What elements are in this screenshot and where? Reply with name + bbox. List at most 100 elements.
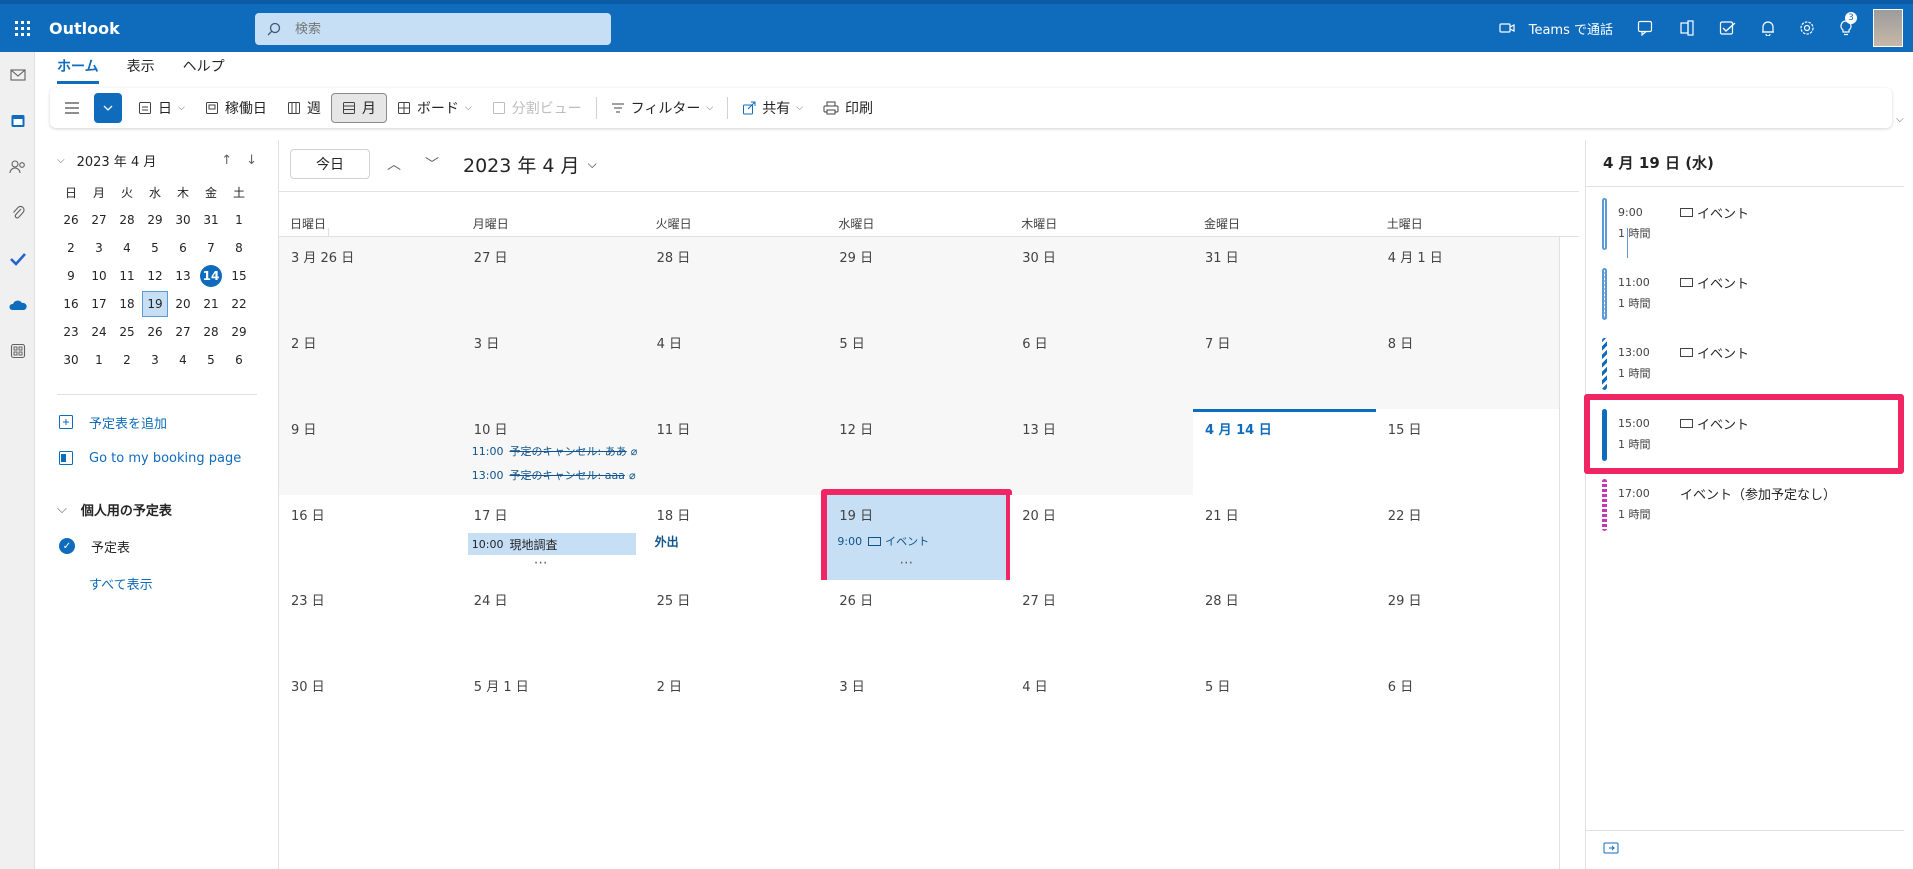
mini-day[interactable]: 29: [225, 318, 253, 346]
day-cell[interactable]: 24 日: [461, 580, 645, 666]
mini-day[interactable]: 9: [57, 262, 85, 290]
today-button[interactable]: 今日: [290, 149, 370, 179]
day-cell[interactable]: 5 月 1 日: [461, 666, 645, 869]
search-box[interactable]: [255, 13, 611, 45]
scrollbar[interactable]: [1559, 237, 1579, 869]
calendar-event[interactable]: 13:00 予定のキャンセル: aaa ⌀: [472, 467, 636, 483]
day-cell[interactable]: 16 日: [279, 495, 462, 580]
day-cell[interactable]: 27 日: [461, 237, 645, 323]
search-input[interactable]: [295, 21, 595, 37]
expand-pane-icon[interactable]: [1603, 842, 1619, 858]
calendar-event[interactable]: 外出: [655, 533, 679, 550]
mini-day[interactable]: 16: [57, 290, 85, 318]
day-cell[interactable]: 10 日 11:00 予定のキャンセル: ああ ⌀ 13:00 予定のキャンセル: aa…: [461, 409, 645, 495]
day-cell[interactable]: 4 月 1 日: [1375, 237, 1559, 323]
day-cell[interactable]: 22 日: [1375, 495, 1559, 580]
day-cell[interactable]: 29 日: [1375, 580, 1559, 666]
onedrive-icon[interactable]: [0, 282, 35, 328]
chat-icon[interactable]: [1625, 4, 1667, 52]
gear-icon[interactable]: [1787, 4, 1827, 52]
day-cell[interactable]: 25 日: [644, 580, 828, 666]
day-cell[interactable]: 30 日: [1010, 237, 1193, 323]
bell-icon[interactable]: [1749, 4, 1787, 52]
week-view-button[interactable]: 週: [277, 93, 331, 123]
day-cell[interactable]: 28 日: [1193, 580, 1376, 666]
mini-day[interactable]: 30: [169, 206, 197, 234]
mini-day[interactable]: 18: [113, 290, 141, 318]
mini-day[interactable]: 25: [113, 318, 141, 346]
day-cell[interactable]: 4 日: [644, 323, 828, 409]
day-cell[interactable]: 12 日: [827, 409, 1011, 495]
avatar[interactable]: [1873, 9, 1903, 47]
filter-button[interactable]: フィルター ⌵: [601, 93, 724, 123]
mini-day[interactable]: 2: [113, 346, 141, 374]
month-title[interactable]: 2023 年 4 月 ⌵: [463, 151, 597, 178]
calendar-icon[interactable]: [0, 98, 35, 144]
mini-day[interactable]: 10: [85, 262, 113, 290]
people-icon[interactable]: [0, 144, 35, 190]
day-cell[interactable]: 4 日: [1010, 666, 1193, 869]
mini-day[interactable]: 5: [141, 234, 169, 262]
chevron-down-icon[interactable]: ﹀: [425, 154, 439, 174]
day-cell[interactable]: 3 月 26 日: [279, 237, 462, 323]
mini-day[interactable]: 6: [225, 346, 253, 374]
chevron-down-icon[interactable]: [94, 93, 122, 123]
mini-day[interactable]: 7: [197, 234, 225, 262]
day-cell[interactable]: 19 日 9:00 イベント ⋯: [821, 489, 1013, 586]
mini-day[interactable]: 27: [169, 318, 197, 346]
mini-day[interactable]: 30: [57, 346, 85, 374]
mini-day[interactable]: 28: [113, 206, 141, 234]
day-cell[interactable]: 2 日: [279, 323, 462, 409]
day-cell[interactable]: 28 日: [644, 237, 828, 323]
mini-day[interactable]: 8: [225, 234, 253, 262]
chevron-down-icon[interactable]: ⌵: [57, 155, 65, 166]
agenda-item[interactable]: 17:00 1 時間 イベント（参加予定なし）: [1602, 477, 1892, 531]
day-cell[interactable]: 11 日: [644, 409, 828, 495]
day-cell[interactable]: 8 日: [1375, 323, 1559, 409]
ribbon-collapse-icon[interactable]: ⌵: [1896, 114, 1904, 125]
board-view-button[interactable]: ボード ⌵: [387, 93, 482, 123]
agenda-item[interactable]: 11:00 1 時間 イベント: [1602, 266, 1892, 320]
mini-calendar-title[interactable]: 2023 年 4 月: [77, 151, 157, 170]
day-cell[interactable]: 29 日: [827, 237, 1011, 323]
day-cell[interactable]: 3 日: [461, 323, 645, 409]
mini-day[interactable]: 17: [85, 290, 113, 318]
show-all-link[interactable]: すべて表示: [89, 574, 153, 593]
day-cell[interactable]: 6 日: [1010, 323, 1193, 409]
day-cell[interactable]: 15 日: [1375, 409, 1559, 495]
mini-day[interactable]: 24: [85, 318, 113, 346]
mini-day[interactable]: 23: [57, 318, 85, 346]
mini-day[interactable]: 26: [141, 318, 169, 346]
day-cell[interactable]: 31 日: [1193, 237, 1376, 323]
tab-help[interactable]: ヘルプ: [183, 56, 225, 84]
mini-day[interactable]: 20: [169, 290, 197, 318]
day-cell[interactable]: 20 日: [1010, 495, 1193, 580]
calendar-event[interactable]: 10:00 現地調査: [467, 533, 636, 555]
tips-icon[interactable]: 3: [1827, 4, 1865, 52]
tab-home[interactable]: ホーム: [57, 56, 99, 84]
day-cell[interactable]: 17 日 10:00 現地調査 ⋯: [461, 495, 645, 580]
mini-day[interactable]: 5: [197, 346, 225, 374]
day-cell[interactable]: 5 日: [827, 323, 1011, 409]
add-calendar-link[interactable]: 予定表を追加: [57, 410, 167, 434]
day-cell[interactable]: 30 日: [279, 666, 462, 869]
mini-day[interactable]: 26: [57, 206, 85, 234]
calendar-item[interactable]: ✓ 予定表: [57, 534, 130, 558]
day-cell[interactable]: 9 日: [279, 409, 462, 495]
more-events-icon[interactable]: ⋯: [534, 555, 550, 571]
mini-day[interactable]: 22: [225, 290, 253, 318]
mini-day[interactable]: 31: [197, 206, 225, 234]
mini-day[interactable]: 21: [197, 290, 225, 318]
mini-day[interactable]: 11: [113, 262, 141, 290]
attachment-icon[interactable]: [0, 190, 35, 236]
mini-day[interactable]: 1: [225, 206, 253, 234]
todo-icon[interactable]: [0, 236, 35, 282]
mini-day[interactable]: 29: [141, 206, 169, 234]
mini-day[interactable]: 14: [197, 262, 225, 290]
day-cell[interactable]: 7 日: [1193, 323, 1376, 409]
arrow-up-icon[interactable]: ↑: [221, 153, 232, 168]
mini-day[interactable]: 3: [141, 346, 169, 374]
day-cell[interactable]: 4 月 14 日: [1193, 409, 1376, 495]
apps-icon[interactable]: [0, 328, 35, 374]
personal-calendars-section[interactable]: ⌵ 個人用の予定表: [57, 497, 172, 521]
